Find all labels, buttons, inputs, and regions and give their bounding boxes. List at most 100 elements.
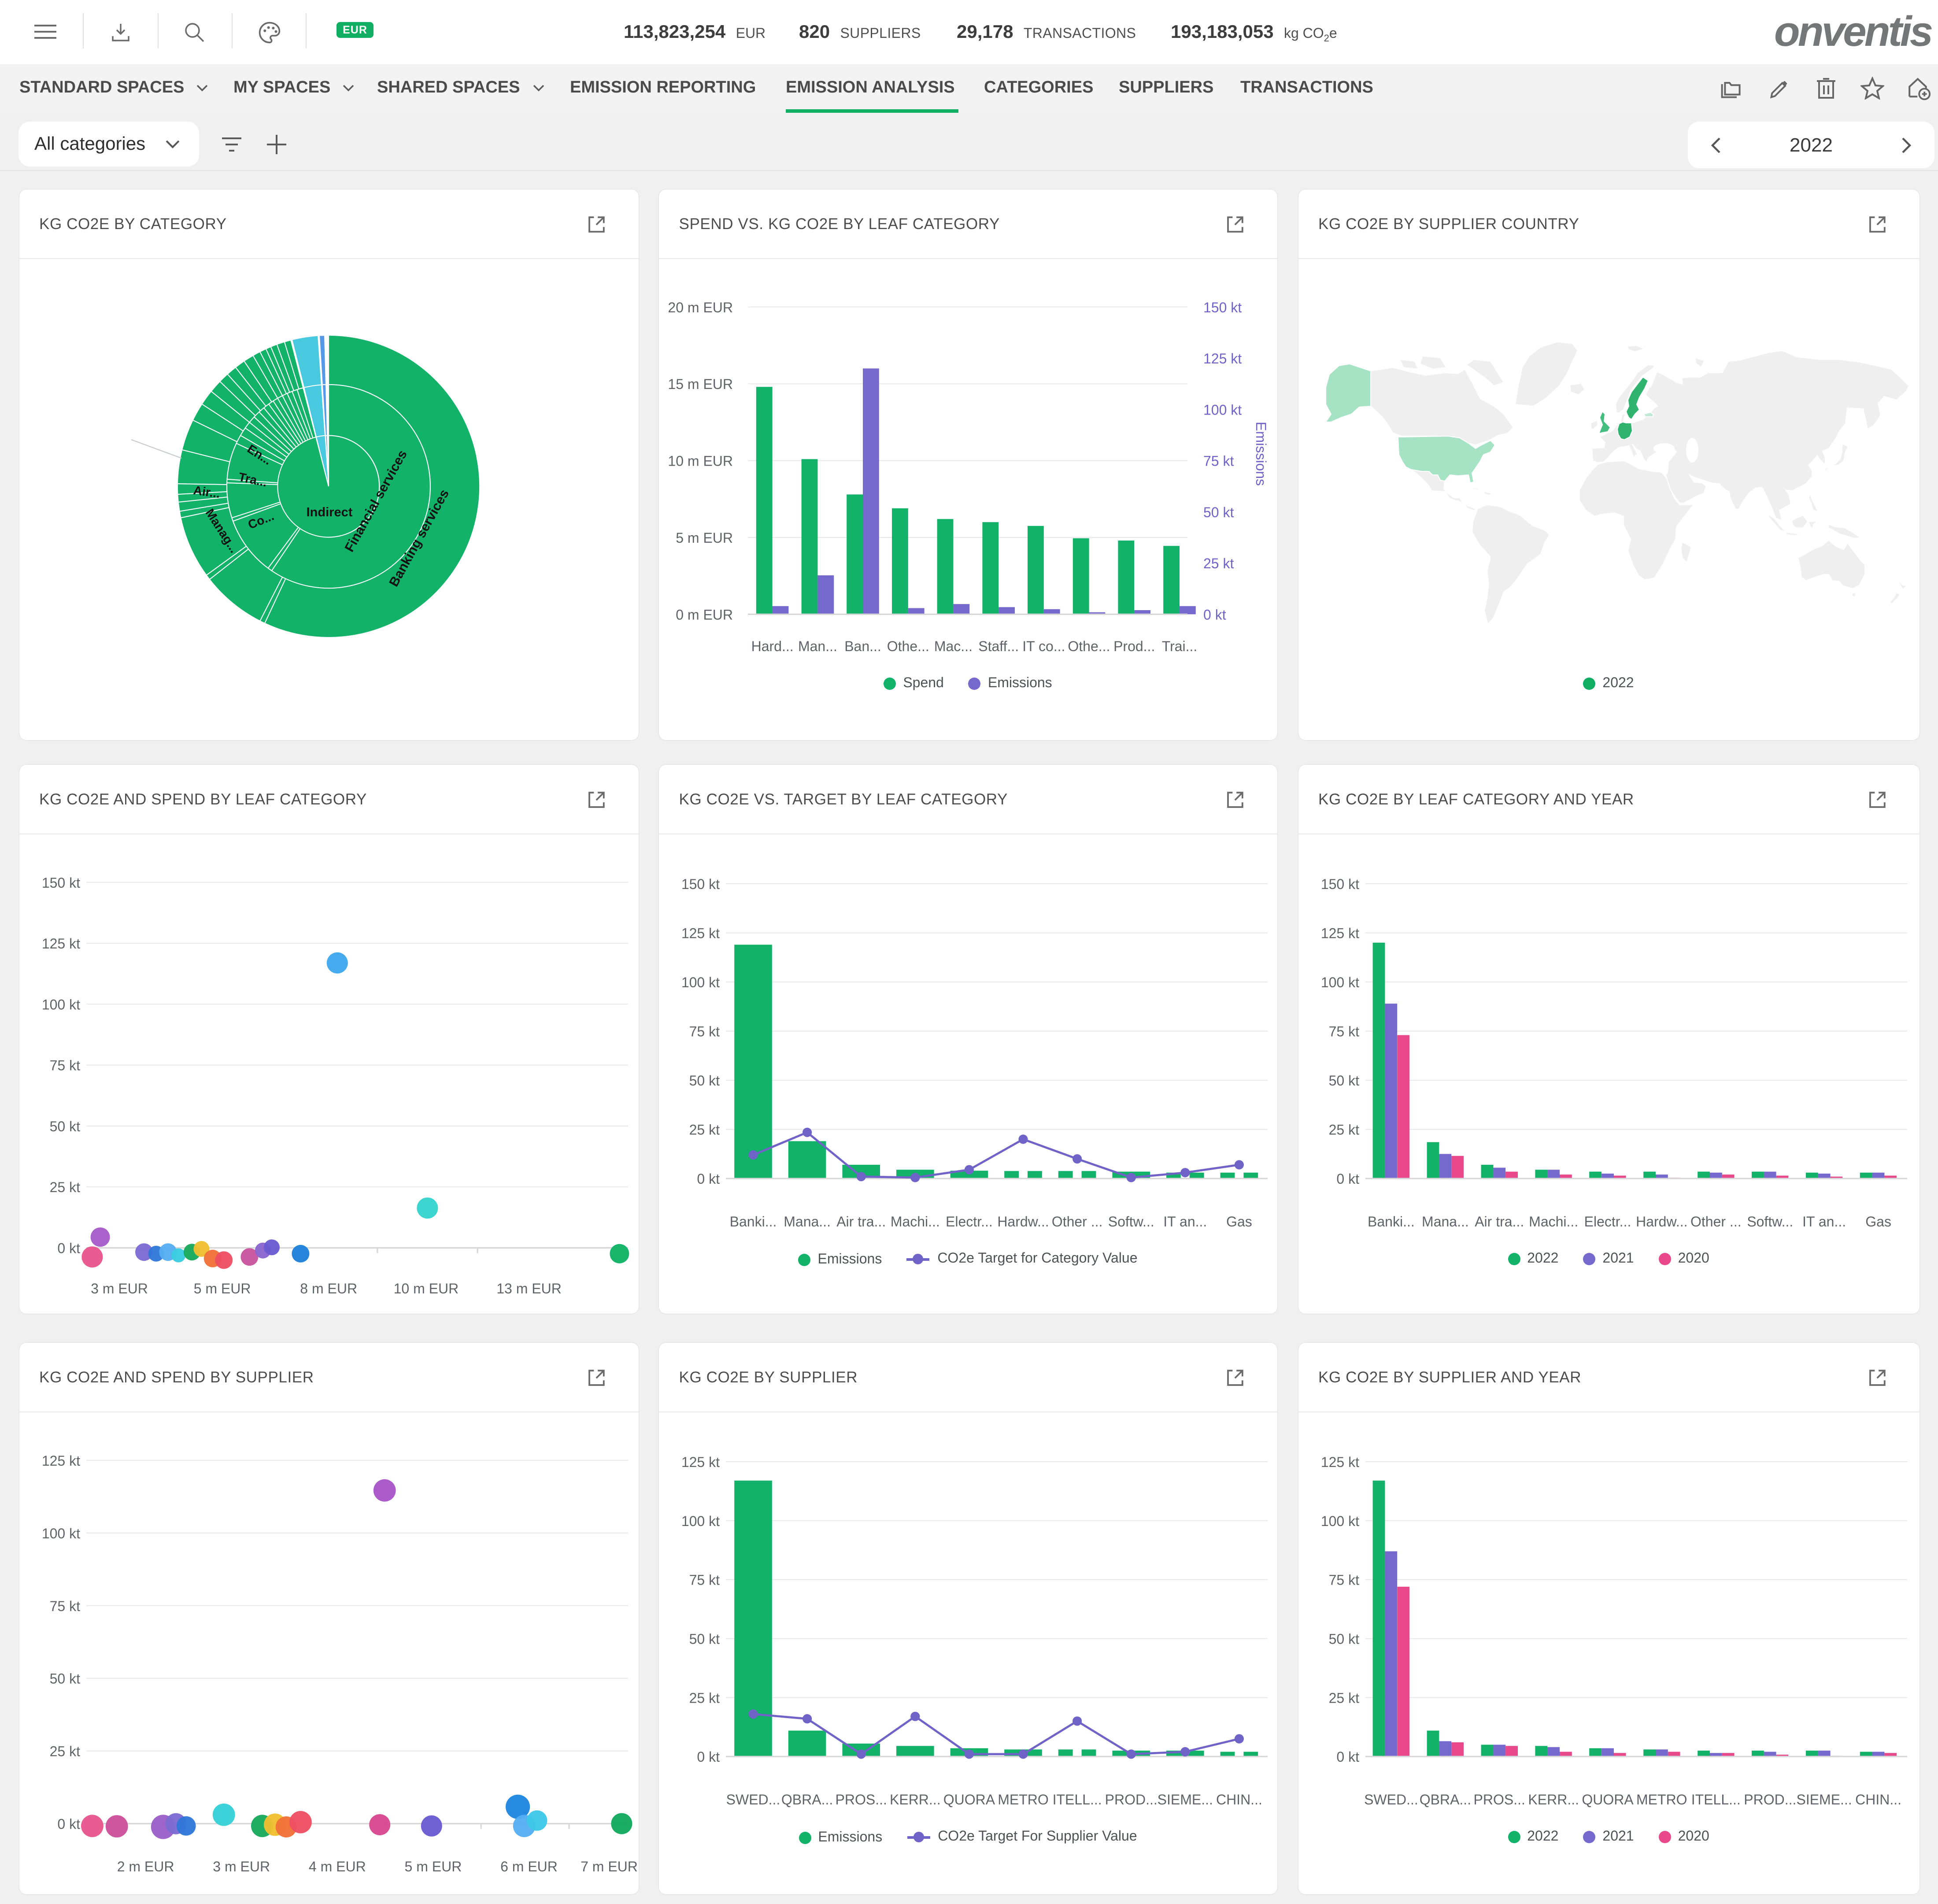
svg-text:SIEME...: SIEME... — [1157, 1792, 1213, 1808]
svg-text:25 kt: 25 kt — [1203, 556, 1234, 571]
svg-text:75 kt: 75 kt — [1328, 1024, 1359, 1040]
svg-text:50 kt: 50 kt — [49, 1119, 80, 1135]
svg-text:125 kt: 125 kt — [1203, 351, 1242, 367]
svg-text:10 m EUR: 10 m EUR — [393, 1281, 459, 1297]
svg-text:Gas: Gas — [1865, 1214, 1891, 1230]
svg-text:100 kt: 100 kt — [1320, 1513, 1359, 1529]
svg-text:Softw...: Softw... — [1108, 1214, 1154, 1230]
svg-text:QUORA: QUORA — [1581, 1792, 1633, 1808]
svg-text:Banki...: Banki... — [1367, 1214, 1414, 1230]
svg-text:5 m EUR: 5 m EUR — [193, 1281, 251, 1297]
svg-text:Emissions: Emissions — [1253, 422, 1269, 486]
svg-text:QBRA...: QBRA... — [1419, 1792, 1471, 1808]
svg-text:50 kt: 50 kt — [1203, 504, 1234, 520]
svg-text:METRO: METRO — [1636, 1792, 1687, 1808]
svg-text:Machi...: Machi... — [1528, 1214, 1578, 1230]
svg-text:0 kt: 0 kt — [697, 1171, 720, 1187]
svg-text:Trai...: Trai... — [1161, 638, 1197, 654]
svg-text:Mac...: Mac... — [934, 638, 972, 654]
svg-text:0 kt: 0 kt — [57, 1816, 80, 1832]
svg-text:125 kt: 125 kt — [1320, 1454, 1359, 1470]
svg-text:4 m EUR: 4 m EUR — [308, 1859, 366, 1874]
svg-text:0 kt: 0 kt — [1203, 607, 1226, 622]
svg-text:2 m EUR: 2 m EUR — [117, 1859, 174, 1874]
svg-text:3 m EUR: 3 m EUR — [90, 1281, 148, 1297]
svg-text:125 kt: 125 kt — [41, 936, 80, 952]
svg-text:100 kt: 100 kt — [681, 975, 719, 991]
svg-text:6 m EUR: 6 m EUR — [500, 1859, 557, 1874]
svg-text:IT an...: IT an... — [1802, 1214, 1846, 1230]
svg-text:50 kt: 50 kt — [689, 1631, 719, 1647]
svg-text:Staff...: Staff... — [978, 638, 1019, 654]
svg-text:0 kt: 0 kt — [1336, 1749, 1359, 1765]
svg-text:Othe...: Othe... — [887, 638, 929, 654]
svg-text:25 kt: 25 kt — [689, 1690, 719, 1706]
svg-text:13 m EUR: 13 m EUR — [496, 1281, 561, 1297]
svg-text:Hard...: Hard... — [751, 638, 793, 654]
svg-text:CHIN...: CHIN... — [1216, 1792, 1262, 1808]
svg-text:50 kt: 50 kt — [1328, 1073, 1359, 1089]
svg-text:ITELL...: ITELL... — [1691, 1792, 1740, 1808]
svg-text:25 kt: 25 kt — [1328, 1690, 1359, 1706]
svg-text:Mana...: Mana... — [1421, 1214, 1468, 1230]
svg-text:Softw...: Softw... — [1746, 1214, 1793, 1230]
svg-text:25 kt: 25 kt — [49, 1744, 80, 1760]
svg-text:PROS...: PROS... — [1473, 1792, 1525, 1808]
svg-text:Other ...: Other ... — [1690, 1214, 1741, 1230]
svg-text:SWED...: SWED... — [1364, 1792, 1418, 1808]
svg-text:150 kt: 150 kt — [1320, 877, 1359, 893]
svg-text:15 m EUR: 15 m EUR — [668, 376, 733, 392]
svg-text:QUORA: QUORA — [943, 1792, 995, 1808]
svg-text:25 kt: 25 kt — [1328, 1122, 1359, 1138]
svg-text:25 kt: 25 kt — [689, 1122, 719, 1138]
svg-text:SWED...: SWED... — [726, 1792, 780, 1808]
svg-text:5 m EUR: 5 m EUR — [676, 530, 733, 546]
svg-text:0 kt: 0 kt — [1336, 1171, 1359, 1187]
svg-text:125 kt: 125 kt — [1320, 926, 1359, 941]
svg-text:Mana...: Mana... — [784, 1214, 831, 1230]
svg-text:75 kt: 75 kt — [1203, 453, 1234, 469]
svg-text:3 m EUR: 3 m EUR — [212, 1859, 270, 1874]
svg-text:IT co...: IT co... — [1022, 638, 1065, 654]
svg-text:SIEME...: SIEME... — [1796, 1792, 1851, 1808]
svg-text:PROS...: PROS... — [835, 1792, 887, 1808]
svg-text:50 kt: 50 kt — [49, 1671, 80, 1687]
svg-text:125 kt: 125 kt — [681, 1454, 719, 1470]
svg-text:150 kt: 150 kt — [41, 875, 80, 891]
svg-text:8 m EUR: 8 m EUR — [300, 1281, 357, 1297]
svg-text:125 kt: 125 kt — [41, 1453, 80, 1469]
svg-text:KERR...: KERR... — [890, 1792, 941, 1808]
svg-text:100 kt: 100 kt — [41, 1526, 80, 1541]
svg-text:0 kt: 0 kt — [57, 1241, 80, 1256]
svg-text:150 kt: 150 kt — [1203, 300, 1242, 315]
svg-text:20 m EUR: 20 m EUR — [668, 300, 733, 315]
svg-text:Hardw...: Hardw... — [997, 1214, 1049, 1230]
svg-text:Prod...: Prod... — [1113, 638, 1155, 654]
svg-text:Hardw...: Hardw... — [1635, 1214, 1687, 1230]
svg-text:PROD...: PROD... — [1743, 1792, 1796, 1808]
svg-text:100 kt: 100 kt — [1203, 402, 1242, 418]
svg-text:Air tra...: Air tra... — [1474, 1214, 1524, 1230]
svg-text:Man...: Man... — [798, 638, 837, 654]
svg-text:Electr...: Electr... — [946, 1214, 993, 1230]
svg-text:7 m EUR: 7 m EUR — [580, 1859, 637, 1874]
svg-text:75 kt: 75 kt — [49, 1598, 80, 1614]
svg-text:KERR...: KERR... — [1527, 1792, 1579, 1808]
svg-text:75 kt: 75 kt — [689, 1024, 719, 1040]
svg-text:PROD...: PROD... — [1105, 1792, 1157, 1808]
svg-text:Air tra...: Air tra... — [836, 1214, 886, 1230]
svg-text:Ban...: Ban... — [844, 638, 881, 654]
svg-text:IT an...: IT an... — [1163, 1214, 1207, 1230]
svg-text:150 kt: 150 kt — [681, 877, 719, 893]
svg-text:ITELL...: ITELL... — [1052, 1792, 1102, 1808]
svg-text:CHIN...: CHIN... — [1855, 1792, 1901, 1808]
svg-text:75 kt: 75 kt — [49, 1058, 80, 1074]
svg-text:QBRA...: QBRA... — [781, 1792, 832, 1808]
svg-text:50 kt: 50 kt — [1328, 1631, 1359, 1647]
svg-text:Banki...: Banki... — [729, 1214, 777, 1230]
svg-text:75 kt: 75 kt — [1328, 1572, 1359, 1588]
svg-text:10 m EUR: 10 m EUR — [668, 453, 733, 469]
svg-text:Indirect: Indirect — [306, 505, 352, 519]
svg-text:Machi...: Machi... — [890, 1214, 939, 1230]
svg-text:0 m EUR: 0 m EUR — [676, 607, 733, 622]
